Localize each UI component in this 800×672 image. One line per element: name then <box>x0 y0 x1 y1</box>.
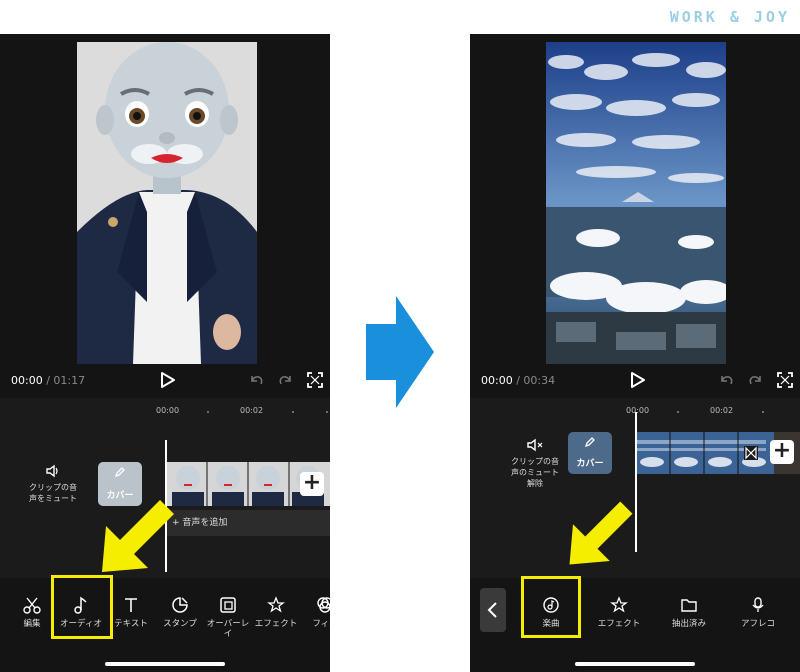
add-clip-button[interactable]: + <box>300 472 324 496</box>
highlight-box-audio <box>51 575 113 639</box>
yellow-arrow-right <box>569 501 633 565</box>
folder-icon <box>681 599 697 612</box>
text-icon <box>125 598 137 612</box>
ruler-dot <box>207 411 209 413</box>
phone-screen-right: 00:00 / 00:34 00:00 00:02 クリップの音 声のミュート … <box>470 34 800 672</box>
ruler-label: 00:00 <box>156 406 180 415</box>
undo-icon[interactable] <box>718 372 734 388</box>
tool-extracted[interactable]: 抽出済み <box>662 596 716 629</box>
total-time: 00:34 <box>523 374 556 387</box>
redo-icon[interactable] <box>278 372 294 388</box>
ruler-dot <box>677 411 679 413</box>
fullscreen-icon[interactable] <box>777 372 793 388</box>
tool-label: エフェクト <box>597 619 641 629</box>
tool-effects[interactable]: エフェクト <box>592 596 646 629</box>
sticker-icon <box>172 597 188 613</box>
speaker-icon <box>46 464 58 478</box>
tool-filter[interactable]: フィル <box>298 596 330 629</box>
cover-thumbnail[interactable]: カバー <box>568 432 612 474</box>
fullscreen-icon[interactable] <box>307 372 323 388</box>
ruler-dot <box>292 411 294 413</box>
tool-sticker[interactable]: スタンプ <box>153 596 207 629</box>
bottom-toolbar-left: 編集 オーディオ テキスト スタンプ オーバーレ イ エフェクト フィル <box>0 580 330 672</box>
add-audio-track[interactable]: + 音声を追加 <box>166 510 330 536</box>
overlay-icon <box>220 597 236 613</box>
home-indicator <box>105 662 225 666</box>
current-time: 00:00 <box>11 374 43 387</box>
timecode-left: 00:00 / 01:17 <box>11 374 85 387</box>
time-ruler-left: 00:00 00:02 <box>0 406 330 418</box>
ruler-label: 00:02 <box>240 406 264 415</box>
add-clip-button[interactable]: + <box>770 440 794 464</box>
tool-effects[interactable]: エフェクト <box>249 596 303 629</box>
brand-logo: WORK & JOY <box>669 8 790 26</box>
mute-label-line2: 声をミュート <box>29 494 77 503</box>
mute-label-line2: 声のミュート <box>511 468 559 477</box>
tool-label: フィル <box>312 619 330 629</box>
redo-icon[interactable] <box>748 372 764 388</box>
time-separator: / <box>512 374 524 387</box>
video-preview-left <box>77 42 257 364</box>
ruler-label: 00:02 <box>710 406 734 415</box>
effects-star-icon <box>267 596 285 613</box>
scissors-icon <box>23 597 41 614</box>
undo-icon[interactable] <box>248 372 264 388</box>
tool-label: アフレコ <box>740 619 775 629</box>
blue-arrow-right <box>366 296 434 408</box>
tool-label: スタンプ <box>163 619 197 629</box>
video-preview-right <box>546 42 726 364</box>
timecode-right: 00:00 / 00:34 <box>481 374 555 387</box>
mute-label-line1: クリップの音 <box>511 457 559 466</box>
speaker-muted-icon <box>527 438 543 452</box>
cover-label: カバー <box>576 459 604 469</box>
mute-label-line3: 解除 <box>527 479 543 488</box>
tool-label: オーバーレ <box>206 619 250 629</box>
tool-label: イ <box>223 629 233 639</box>
mute-label-line1: クリップの音 <box>29 483 77 492</box>
filter-icon <box>317 597 330 613</box>
current-time: 00:00 <box>481 374 513 387</box>
transition-icon[interactable] <box>744 446 758 460</box>
tool-label: エフェクト <box>254 619 298 629</box>
pencil-icon <box>584 437 595 448</box>
tool-overlay[interactable]: オーバーレ イ <box>201 596 255 639</box>
tool-label: 抽出済み <box>671 619 706 629</box>
effects-star-icon <box>610 596 628 613</box>
tool-voiceover[interactable]: アフレコ <box>731 596 785 629</box>
yellow-arrow-left <box>102 500 174 572</box>
back-button[interactable] <box>480 588 506 632</box>
total-time: 01:17 <box>53 374 86 387</box>
home-indicator <box>575 662 695 666</box>
time-separator: / <box>42 374 54 387</box>
microphone-icon <box>752 597 764 612</box>
play-icon[interactable] <box>157 370 177 390</box>
pencil-icon <box>114 467 125 478</box>
mute-clip-audio-button[interactable]: クリップの音 声をミュート <box>12 464 94 504</box>
ruler-dot <box>762 411 764 413</box>
unmute-clip-audio-button[interactable]: クリップの音 声のミュート 解除 <box>494 438 576 489</box>
ruler-dot <box>326 411 328 413</box>
chevron-left-icon <box>487 602 497 618</box>
play-icon[interactable] <box>627 370 647 390</box>
highlight-box-music <box>521 576 581 638</box>
bottom-toolbar-right: 楽曲 エフェクト 抽出済み アフレコ <box>470 580 800 672</box>
ruler-label: 00:00 <box>626 406 650 415</box>
phone-screen-left: 00:00 / 01:17 00:00 00:02 クリップの音 声をミュート … <box>0 34 330 672</box>
